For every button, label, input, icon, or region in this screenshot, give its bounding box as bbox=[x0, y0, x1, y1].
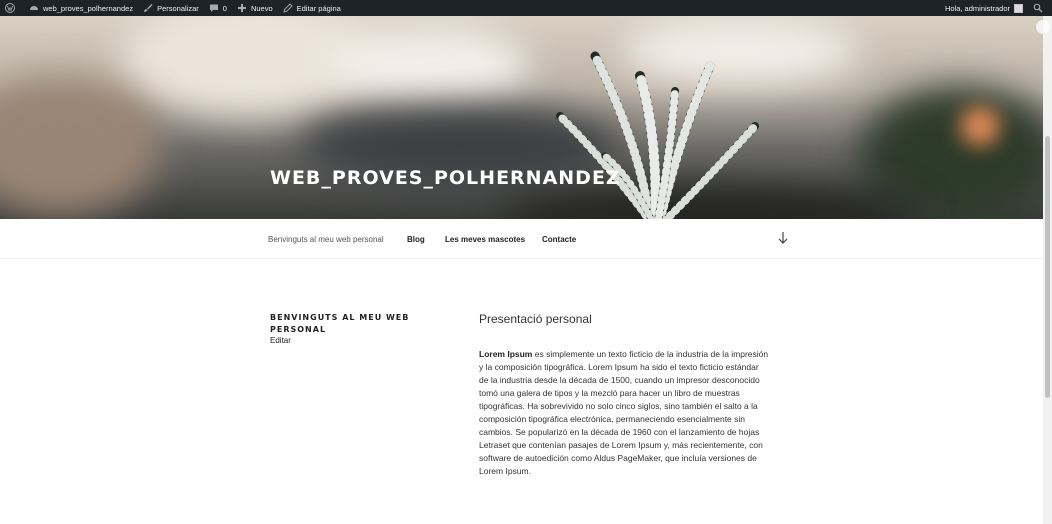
page-title: BENVINGUTS AL MEU WEB PERSONAL bbox=[270, 313, 410, 334]
entry-content: Presentació personal Lorem Ipsum es simp… bbox=[479, 312, 769, 478]
nav-item-blog[interactable]: Blog bbox=[407, 235, 425, 244]
entry-text: es simplemente un texto ficticio de la i… bbox=[479, 349, 769, 476]
plus-icon bbox=[237, 4, 246, 12]
nav-item-contact[interactable]: Contacte bbox=[542, 235, 576, 244]
main-navigation: Benvinguts al meu web personal Blog Les … bbox=[0, 219, 1043, 259]
customize-label: Personalizar bbox=[157, 3, 199, 13]
entry-paragraph: Lorem Ipsum es simplemente un texto fict… bbox=[479, 348, 769, 478]
avatar bbox=[1014, 3, 1023, 13]
pencil-icon bbox=[283, 3, 293, 13]
entry-bold-term: Lorem Ipsum bbox=[479, 349, 533, 359]
nav-item-pets[interactable]: Les meves mascotes bbox=[445, 235, 525, 244]
plant-graphic bbox=[556, 51, 759, 219]
comments-count: 0 bbox=[222, 3, 227, 13]
wordpress-logo-button[interactable] bbox=[0, 0, 24, 16]
site-title[interactable]: WEB_PROVES_POLHERNANDEZ bbox=[270, 167, 621, 189]
admin-toolbar: web_proves_polhernandez Personalizar 0 N… bbox=[0, 0, 1052, 16]
search-button[interactable] bbox=[1028, 0, 1052, 16]
site-name-label: web_proves_polhernandez bbox=[43, 3, 134, 13]
greeting-label: Hola, administrador bbox=[944, 3, 1010, 13]
comments-button[interactable]: 0 bbox=[204, 0, 232, 16]
scrollbar[interactable] bbox=[1043, 16, 1052, 524]
search-icon bbox=[1033, 3, 1043, 13]
site-name-menu[interactable]: web_proves_polhernandez bbox=[24, 0, 138, 16]
edit-link[interactable]: Editar bbox=[270, 336, 291, 345]
customize-gear-icon[interactable] bbox=[1036, 20, 1050, 34]
nav-item-home[interactable]: Benvinguts al meu web personal bbox=[268, 235, 384, 244]
comment-icon bbox=[209, 4, 218, 12]
scrollbar-thumb[interactable] bbox=[1045, 136, 1050, 398]
account-menu[interactable]: Hola, administrador bbox=[940, 0, 1028, 16]
arrow-down-icon[interactable] bbox=[777, 231, 789, 245]
new-content-button[interactable]: Nuevo bbox=[232, 0, 278, 16]
dashboard-icon bbox=[30, 6, 38, 10]
brush-icon bbox=[144, 4, 153, 12]
header-image: WEB_PROVES_POLHERNANDEZ bbox=[0, 16, 1043, 219]
entry-heading: Presentació personal bbox=[479, 312, 592, 326]
wordpress-icon bbox=[5, 3, 15, 13]
new-label: Nuevo bbox=[250, 3, 273, 13]
customize-button[interactable]: Personalizar bbox=[138, 0, 204, 16]
edit-page-button[interactable]: Editar página bbox=[278, 0, 346, 16]
edit-page-label: Editar página bbox=[296, 3, 341, 13]
